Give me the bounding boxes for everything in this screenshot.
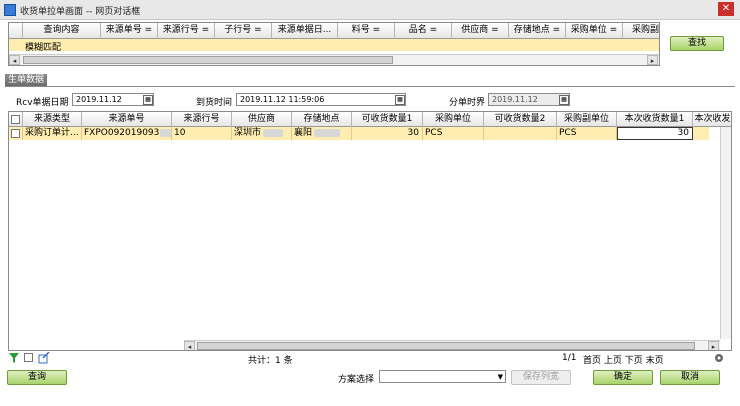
- cond-header-item-no[interactable]: 料号 =: [338, 23, 395, 39]
- cond-header-source-date[interactable]: 来源单据日...: [272, 23, 338, 39]
- col-receive-qty1[interactable]: 本次收货数量1: [617, 112, 693, 128]
- cond-header-sub-line[interactable]: 子行号 =: [215, 23, 272, 39]
- arrive-time-field[interactable]: 2019.11.12 11:59:06: [236, 93, 406, 106]
- save-scheme-button: 保存列宽: [511, 370, 571, 385]
- cell-location[interactable]: 襄阳: [292, 127, 352, 140]
- scroll-right-icon[interactable]: ▸: [647, 55, 658, 65]
- calendar-icon[interactable]: ▦: [395, 95, 405, 105]
- cell-receivable-qty2[interactable]: [484, 127, 557, 140]
- col-source-no[interactable]: 来源单号: [82, 112, 172, 128]
- row-indicator: [9, 23, 23, 39]
- grid-vscrollbar[interactable]: [720, 127, 731, 339]
- cond-header-source-line[interactable]: 来源行号 =: [158, 23, 215, 39]
- window-icon: [4, 4, 16, 16]
- condition-grid-header: 查询内容 来源单号 = 来源行号 = 子行号 = 来源单据日... 料号 = 品…: [9, 23, 659, 39]
- cell-purchase-unit[interactable]: PCS: [423, 127, 484, 140]
- col-purchase-sub-unit[interactable]: 采购副单位: [557, 112, 617, 128]
- col-receivable-qty1[interactable]: 可收货数量1: [352, 112, 423, 128]
- receipt-grid-header: 来源类型 来源单号 来源行号 供应商 存储地点 可收货数量1 采购单位 可收货数…: [9, 112, 731, 128]
- col-purchase-unit[interactable]: 采购单位: [423, 112, 484, 128]
- receipt-grid: 来源类型 来源单号 来源行号 供应商 存储地点 可收货数量1 采购单位 可收货数…: [8, 111, 732, 351]
- cond-header-supplier[interactable]: 供应商 =: [452, 23, 509, 39]
- scroll-right-icon[interactable]: ▸: [708, 341, 719, 350]
- col-location[interactable]: 存储地点: [292, 112, 352, 128]
- col-receive-more[interactable]: 本次收发: [693, 112, 731, 128]
- export-icon[interactable]: [38, 352, 50, 364]
- cell-purchase-sub-unit[interactable]: PCS: [557, 127, 617, 140]
- page-indicator: 1/1: [562, 353, 577, 363]
- settings-icon[interactable]: [712, 353, 726, 363]
- grid-hscrollbar[interactable]: ◂ ▸: [184, 340, 720, 350]
- cell-source-type[interactable]: 采购订单计...: [23, 127, 82, 140]
- arrive-time-label: 到货时间: [196, 98, 233, 108]
- scheme-select[interactable]: ▼: [379, 370, 506, 383]
- table-row[interactable]: 采购订单计... FXPO0920190932 10 深圳市 襄阳 30 PCS…: [9, 127, 709, 140]
- condition-match-mode[interactable]: 模糊匹配: [25, 40, 61, 53]
- redacted-mask: [314, 128, 341, 137]
- ok-button[interactable]: 确定: [593, 370, 653, 385]
- chevron-down-icon: ▼: [497, 373, 503, 381]
- col-receivable-qty2[interactable]: 可收货数量2: [484, 112, 557, 128]
- query-button[interactable]: 查询: [7, 370, 67, 385]
- cond-header-purchase-unit[interactable]: 采购单位 =: [566, 23, 623, 39]
- cancel-button[interactable]: 取消: [660, 370, 720, 385]
- cond-header-content[interactable]: 查询内容: [23, 23, 101, 39]
- show-selected-checkbox[interactable]: [24, 353, 33, 362]
- supplier-text: 深圳市: [234, 128, 262, 138]
- window-title: 收货单拉单画面 -- 网页对话框: [20, 7, 141, 17]
- scroll-left-icon[interactable]: ◂: [9, 55, 20, 65]
- source-no-text: FXPO092019093: [84, 128, 160, 138]
- cond-header-source-no[interactable]: 来源单号 =: [101, 23, 158, 39]
- redacted-mask: [263, 128, 284, 137]
- col-source-line[interactable]: 来源行号: [172, 112, 232, 128]
- split-boundary-field: 2019.11.12: [488, 93, 570, 106]
- cell-source-no[interactable]: FXPO0920190932: [82, 127, 172, 140]
- grid-scroll-thumb[interactable]: [197, 342, 695, 350]
- cond-header-location[interactable]: 存储地点 =: [509, 23, 566, 39]
- receive-qty-input[interactable]: 30: [617, 127, 693, 140]
- row-checkbox[interactable]: [11, 129, 20, 138]
- select-all-cell[interactable]: [9, 112, 23, 128]
- condition-grid: 查询内容 来源单号 = 来源行号 = 子行号 = 来源单据日... 料号 = 品…: [8, 22, 660, 66]
- search-button[interactable]: 查找: [670, 36, 724, 51]
- cell-supplier[interactable]: 深圳市: [232, 127, 292, 140]
- scheme-label: 方案选择: [338, 375, 375, 385]
- cell-source-line[interactable]: 10: [172, 127, 232, 140]
- condition-row[interactable]: 模糊匹配: [9, 39, 659, 53]
- filter-icon[interactable]: [9, 353, 19, 363]
- row-select-cell[interactable]: [9, 127, 23, 140]
- section-divider: [5, 86, 735, 87]
- page-navigation[interactable]: 首页 上页 下页 末页: [583, 353, 664, 366]
- calendar-icon: ▦: [559, 95, 569, 105]
- scroll-left-icon[interactable]: ◂: [184, 341, 195, 350]
- col-supplier[interactable]: 供应商: [232, 112, 292, 128]
- total-count: 共计：1 条: [248, 356, 293, 366]
- rcv-date-value: 2019.11.12: [76, 95, 122, 104]
- redacted-mask: [160, 128, 171, 137]
- bottom-bar: 查询 方案选择 ▼ 保存列宽 确定 取消: [0, 367, 740, 389]
- cond-header-purchase-sub[interactable]: 采购副: [623, 23, 659, 39]
- rcv-date-label: Rcv单据日期: [16, 98, 69, 108]
- cond-header-item-name[interactable]: 品名 =: [395, 23, 452, 39]
- close-icon[interactable]: ✕: [718, 2, 734, 16]
- arrive-time-value: 2019.11.12 11:59:06: [240, 95, 325, 104]
- location-text: 襄阳: [294, 128, 313, 138]
- condition-scroll-thumb[interactable]: [23, 56, 393, 64]
- calendar-icon[interactable]: ▦: [143, 95, 153, 105]
- status-bar: 共计：1 条 1/1 首页 上页 下页 末页: [0, 351, 740, 366]
- rcv-date-field[interactable]: 2019.11.12: [72, 93, 154, 106]
- cell-receivable-qty1[interactable]: 30: [352, 127, 423, 140]
- col-source-type[interactable]: 来源类型: [23, 112, 82, 128]
- select-all-checkbox[interactable]: [11, 115, 20, 124]
- split-boundary-label: 分单时界: [449, 98, 486, 108]
- condition-hscrollbar[interactable]: ◂ ▸: [9, 54, 659, 65]
- split-boundary-value: 2019.11.12: [492, 95, 538, 104]
